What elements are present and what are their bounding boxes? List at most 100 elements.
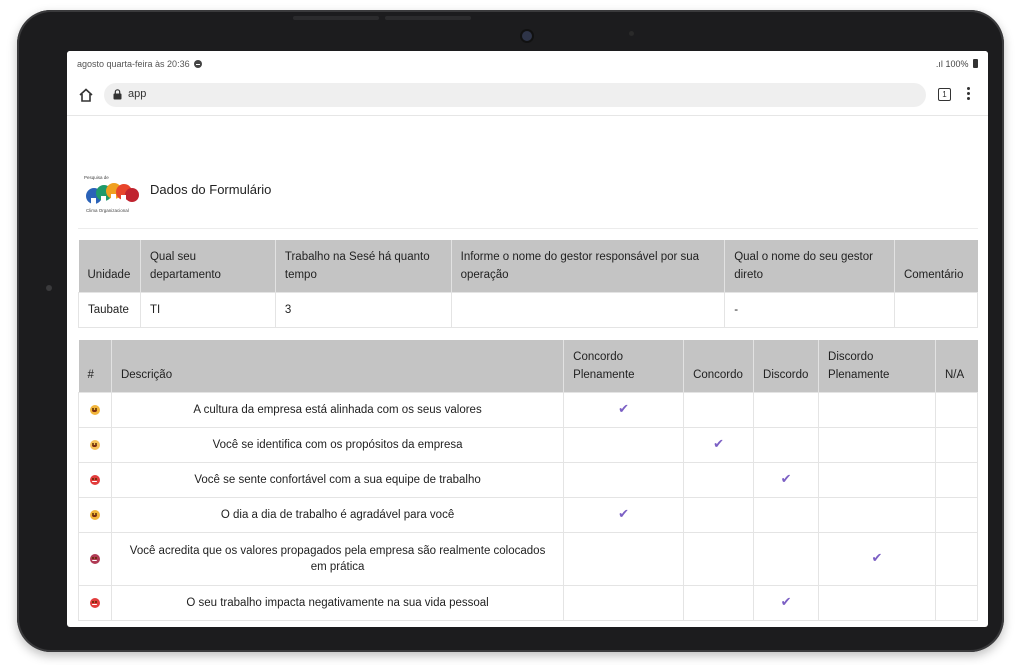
answer-cell: ✔ <box>753 462 820 498</box>
table-row: O dia a dia de trabalho é agradável para… <box>78 497 979 533</box>
sad-face-icon <box>89 553 100 564</box>
checkmark-icon: ✔ <box>780 472 792 487</box>
address-bar[interactable]: app <box>104 83 926 107</box>
table-cell: TI <box>139 292 276 328</box>
column-header: Qual o nome do seu gestor direto <box>724 240 895 293</box>
battery-icon <box>973 59 978 68</box>
question-description: Você se sente confortável com a sua equi… <box>110 462 565 498</box>
column-header: Concordo Plenamente <box>563 340 685 393</box>
volume-button <box>293 16 379 20</box>
answer-cell <box>683 585 755 621</box>
answer-cell <box>818 585 936 621</box>
answer-cell: ✔ <box>753 585 820 621</box>
column-header: # <box>78 340 112 393</box>
answer-cell <box>753 392 820 428</box>
mood-cell <box>78 497 112 533</box>
survey-body: A cultura da empresa está alinhada com o… <box>78 392 979 621</box>
answer-cell <box>818 462 936 498</box>
mood-cell <box>78 462 112 498</box>
answer-cell <box>818 392 936 428</box>
answer-cell <box>563 585 685 621</box>
status-datetime: agosto quarta-feira às 20:36 <box>77 59 190 69</box>
checkmark-icon: ✔ <box>780 595 792 610</box>
table-header-row: # Descrição Concordo Plenamente Concordo… <box>78 340 978 393</box>
column-header: Trabalho na Sesé há quanto tempo <box>275 240 452 293</box>
page-content: Pesquisa de Clima Organizacional Dados d… <box>67 116 988 627</box>
column-header: Comentário <box>894 240 978 293</box>
column-header: Descrição <box>111 340 565 393</box>
answer-cell <box>934 427 979 463</box>
happy-face-icon <box>89 404 100 415</box>
answer-cell <box>683 462 755 498</box>
table-cell: - <box>724 292 895 328</box>
company-logo: Pesquisa de Clima Organizacional <box>82 174 142 216</box>
tab-switcher-button[interactable]: 1 <box>938 88 951 101</box>
table-row: O seu trabalho impacta negativamente na … <box>78 585 979 621</box>
browser-chrome: agosto quarta-feira às 20:36 .ıl 100% ap… <box>67 51 988 116</box>
table-row: Taubate TI 3 - <box>78 292 979 328</box>
column-header: Qual seu departamento <box>140 240 276 293</box>
answer-cell <box>683 497 755 533</box>
answer-cell <box>563 532 685 586</box>
angry-face-icon <box>89 474 100 485</box>
answer-cell <box>683 532 755 586</box>
checkmark-icon: ✔ <box>618 507 630 522</box>
checkmark-icon: ✔ <box>871 551 883 566</box>
answer-cell <box>934 462 979 498</box>
table-row: Você acredita que os valores propagados … <box>78 532 979 586</box>
answer-cell: ✔ <box>563 497 685 533</box>
answer-cell <box>753 427 820 463</box>
question-description: O dia a dia de trabalho é agradável para… <box>110 497 565 533</box>
column-header: Unidade <box>78 240 141 293</box>
answer-cell <box>563 427 685 463</box>
table-cell <box>893 292 979 328</box>
question-description: Você se identifica com os propósitos da … <box>110 427 565 463</box>
answer-cell <box>683 392 755 428</box>
home-icon[interactable] <box>78 87 94 103</box>
answer-cell: ✔ <box>683 427 755 463</box>
form-header: Pesquisa de Clima Organizacional Dados d… <box>78 168 978 229</box>
table-row: Você se identifica com os propósitos da … <box>78 427 979 463</box>
do-not-disturb-icon <box>194 60 203 68</box>
logo-caption-bottom: Clima Organizacional <box>86 208 129 213</box>
page-title: Dados do Formulário <box>150 182 272 197</box>
column-header: Discordo Plenamente <box>818 340 936 393</box>
mood-cell <box>78 532 112 586</box>
front-camera <box>522 31 532 41</box>
form-info-table: Unidade Qual seu departamento Trabalho n… <box>78 240 979 328</box>
browser-menu-icon[interactable] <box>967 87 971 103</box>
lock-icon <box>113 89 122 100</box>
column-header: Discordo <box>753 340 820 393</box>
tablet-frame: agosto quarta-feira às 20:36 .ıl 100% ap… <box>17 10 1004 652</box>
checkmark-icon: ✔ <box>713 437 724 452</box>
url-text[interactable]: app <box>128 88 146 100</box>
mood-cell <box>78 585 112 621</box>
table-cell: Taubate <box>78 292 141 328</box>
table-cell <box>450 292 726 328</box>
question-description: O seu trabalho impacta negativamente na … <box>110 585 565 621</box>
answer-cell: ✔ <box>563 392 685 428</box>
answer-cell <box>818 497 936 533</box>
light-sensor <box>629 31 634 36</box>
angry-face-icon <box>89 597 100 608</box>
side-sensor <box>46 285 52 291</box>
question-description: A cultura da empresa está alinhada com o… <box>110 392 565 428</box>
status-bar-left: agosto quarta-feira às 20:36 <box>77 59 203 69</box>
answer-cell <box>818 427 936 463</box>
table-cell: 3 <box>274 292 452 328</box>
answer-cell <box>934 497 979 533</box>
smile-face-icon <box>89 439 100 450</box>
checkmark-icon: ✔ <box>618 402 630 417</box>
battery-level: 100% <box>945 59 969 69</box>
table-row: Você se sente confortável com a sua equi… <box>78 462 979 498</box>
column-header: N/A <box>935 340 978 393</box>
answer-cell <box>753 497 820 533</box>
column-header: Informe o nome do gestor responsável por… <box>451 240 726 293</box>
answer-cell <box>563 462 685 498</box>
mood-cell <box>78 427 112 463</box>
answer-cell <box>934 585 979 621</box>
tablet-screen: agosto quarta-feira às 20:36 .ıl 100% ap… <box>67 51 988 627</box>
answer-cell <box>753 532 820 586</box>
logo-figures-icon <box>86 183 139 207</box>
signal-icon: .ıl <box>935 59 943 69</box>
